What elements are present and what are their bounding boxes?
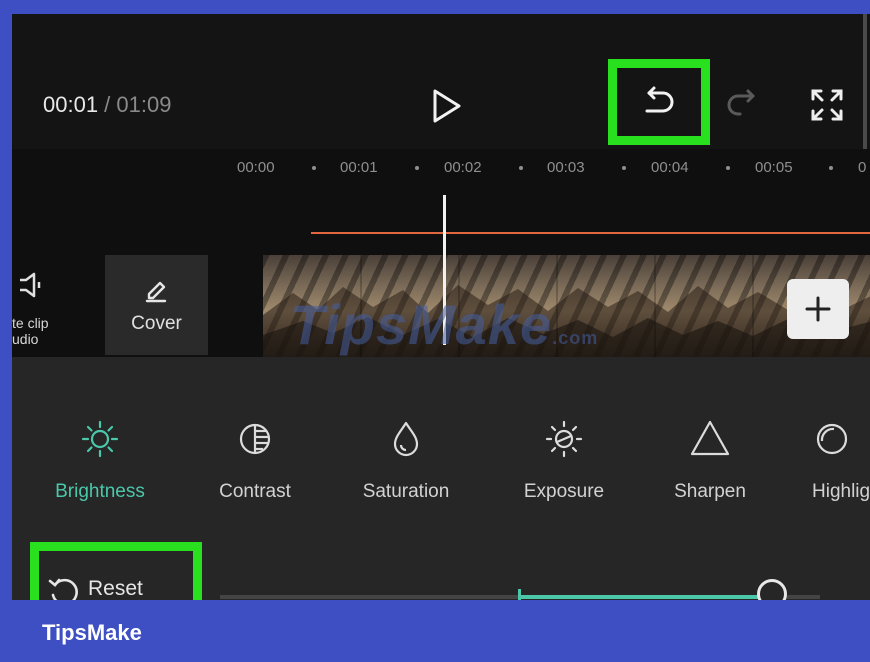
undo-icon <box>645 86 674 113</box>
redo-button[interactable] <box>726 88 760 122</box>
mute-clip-audio-label[interactable]: te clip udio <box>12 315 49 347</box>
reset-label: Reset <box>88 577 143 600</box>
cover-button[interactable]: Cover <box>105 255 208 355</box>
audio-track-line <box>311 232 870 234</box>
add-clip-button[interactable] <box>787 279 849 339</box>
redo-icon <box>727 89 755 116</box>
cover-label: Cover <box>131 313 182 334</box>
scroll-edge <box>863 14 867 164</box>
sun-icon <box>81 420 119 458</box>
play-button[interactable] <box>430 88 464 124</box>
ruler-dot <box>519 166 523 170</box>
pencil-icon <box>145 281 167 303</box>
time-separator: / <box>98 92 117 117</box>
ruler-dot <box>415 166 419 170</box>
reset-button[interactable]: Reset <box>30 542 202 600</box>
watermark: TipsMake.com <box>290 292 598 357</box>
player-toolbar: 00:01 / 01:09 <box>12 14 870 164</box>
time-display: 00:01 / 01:09 <box>43 92 171 118</box>
tool-exposure[interactable]: Exposure <box>499 417 629 503</box>
triangle-icon <box>690 420 730 456</box>
brand-label: TipsMake <box>42 620 142 645</box>
fullscreen-icon <box>811 89 843 121</box>
tool-highlight[interactable]: Highlig <box>788 417 870 503</box>
reset-icon <box>48 578 78 600</box>
tool-sharpen[interactable]: Sharpen <box>645 417 775 503</box>
tool-contrast[interactable]: Contrast <box>190 417 320 503</box>
tool-brightness[interactable]: Brightness <box>35 417 165 503</box>
total-time: 01:09 <box>116 92 172 117</box>
slider-center-mark <box>518 589 521 600</box>
play-icon <box>433 89 461 123</box>
app-screen: 00:01 / 01:09 00:00 00:01 00:02 00:03 00… <box>12 14 870 600</box>
ruler-tick: 00:00 <box>237 159 275 176</box>
watermark-suffix: .com <box>552 328 599 348</box>
ruler-tick: 00:05 <box>755 159 793 176</box>
slider-fill <box>520 595 772 599</box>
ruler-tick: 00:01 <box>340 159 378 176</box>
tool-label: Sharpen <box>674 481 746 502</box>
slider-knob[interactable] <box>757 579 787 600</box>
ruler-tick: 00:02 <box>444 159 482 176</box>
ruler-dot <box>622 166 626 170</box>
ruler-tick: 0 <box>858 159 867 176</box>
ruler-dot <box>829 166 833 170</box>
adjust-panel: Brightness Contrast Saturation Exposure … <box>12 357 870 600</box>
tool-label: Highlig <box>812 481 870 502</box>
undo-button[interactable] <box>608 59 710 145</box>
tool-label: Brightness <box>55 481 145 502</box>
speaker-icon[interactable] <box>18 271 44 299</box>
tool-label: Saturation <box>362 481 450 502</box>
plus-icon <box>805 296 831 322</box>
exposure-icon <box>545 420 583 458</box>
time-ruler: 00:00 00:01 00:02 00:03 00:04 00:05 0 <box>12 149 870 189</box>
watermark-text: TipsMake <box>290 293 553 356</box>
drop-icon <box>393 421 419 457</box>
current-time: 00:01 <box>43 92 99 117</box>
ruler-tick: 00:04 <box>651 159 689 176</box>
contrast-icon <box>239 423 271 455</box>
tool-label: Contrast <box>219 481 291 502</box>
fullscreen-button[interactable] <box>810 88 844 122</box>
ruler-tick: 00:03 <box>547 159 585 176</box>
tool-saturation[interactable]: Saturation <box>341 417 471 503</box>
ruler-dot <box>726 166 730 170</box>
highlight-icon <box>816 423 848 455</box>
brightness-slider[interactable] <box>220 579 820 600</box>
tool-label: Exposure <box>523 481 605 502</box>
ruler-dot <box>312 166 316 170</box>
